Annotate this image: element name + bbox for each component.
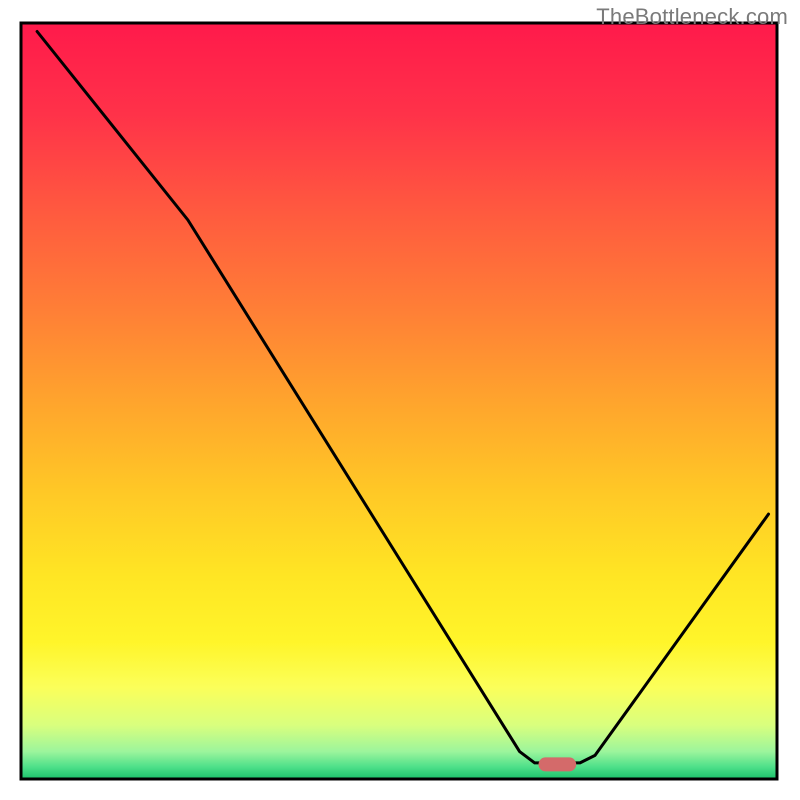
gradient-background [22, 24, 776, 778]
optimal-marker [539, 757, 577, 771]
watermark-text: TheBottleneck.com [596, 4, 788, 30]
bottleneck-chart [0, 0, 800, 800]
chart-container: TheBottleneck.com [0, 0, 800, 800]
